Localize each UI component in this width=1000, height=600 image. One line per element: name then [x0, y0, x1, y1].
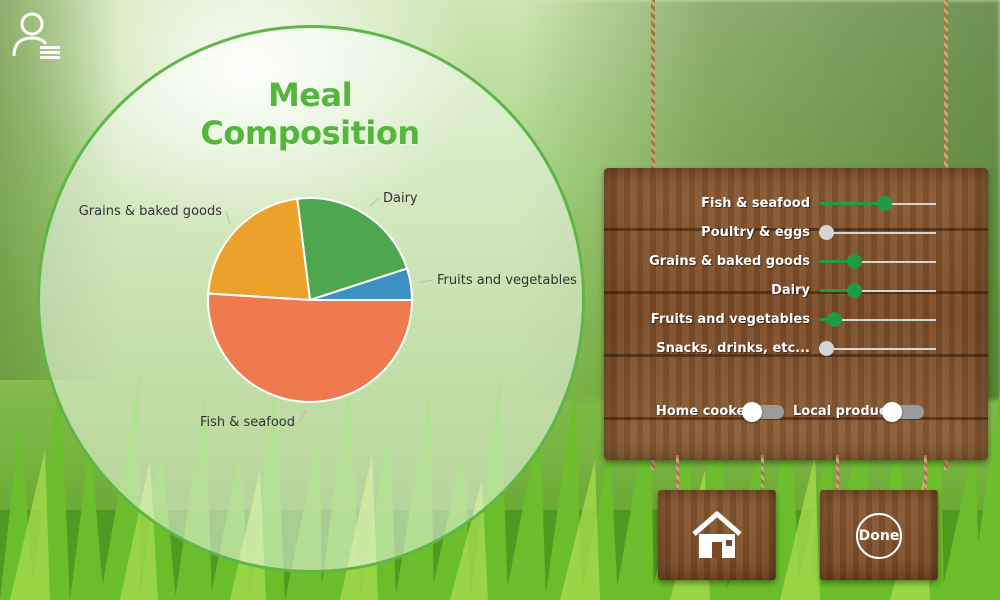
controls-board: Fish & seafood Poultry & eggs Grains & bak…	[604, 168, 988, 460]
slider-knob[interactable]	[826, 312, 842, 327]
local-produced-toggle[interactable]	[882, 402, 924, 422]
home-cooked-toggle[interactable]	[742, 402, 784, 422]
slider-dairy[interactable]	[820, 280, 936, 302]
toggle-label-home-cooked: Home cooked	[656, 404, 755, 419]
page-title: Meal Composition	[200, 76, 420, 152]
slider-label-poultry-eggs: Poultry & eggs	[701, 225, 810, 240]
home-icon	[692, 511, 742, 558]
slider-fill	[820, 202, 884, 205]
toggle-knob	[742, 402, 762, 422]
slider-knob[interactable]	[846, 254, 862, 269]
done-button[interactable]: Done	[820, 490, 938, 580]
slider-label-fish-seafood: Fish & seafood	[701, 196, 810, 211]
home-button[interactable]	[658, 490, 776, 580]
user-menu-button[interactable]	[10, 8, 62, 60]
slider-knob[interactable]	[876, 196, 892, 211]
slider-label-snacks-drinks-etc: Snacks, drinks, etc...	[656, 341, 810, 356]
slider-label-fruits-and-vegetables: Fruits and vegetables	[650, 312, 810, 327]
toggle-knob	[882, 402, 902, 422]
slider-knob[interactable]	[846, 283, 862, 298]
user-list-icon	[12, 12, 60, 59]
slider-knob[interactable]	[819, 341, 834, 356]
slider-knob[interactable]	[819, 225, 834, 240]
slider-poultry-eggs[interactable]	[819, 222, 936, 244]
slider-grains-baked-goods[interactable]	[820, 251, 936, 273]
done-button-label: Done	[856, 513, 902, 559]
slider-track	[820, 348, 936, 350]
slider-label-grains-baked-goods: Grains & baked goods	[649, 254, 810, 269]
slider-snacks-drinks-etc[interactable]	[819, 338, 936, 360]
slider-track	[820, 232, 936, 234]
slider-fruits-and-vegetables[interactable]	[820, 309, 936, 331]
slider-label-dairy: Dairy	[771, 283, 810, 298]
slider-fish-seafood[interactable]	[820, 193, 936, 215]
